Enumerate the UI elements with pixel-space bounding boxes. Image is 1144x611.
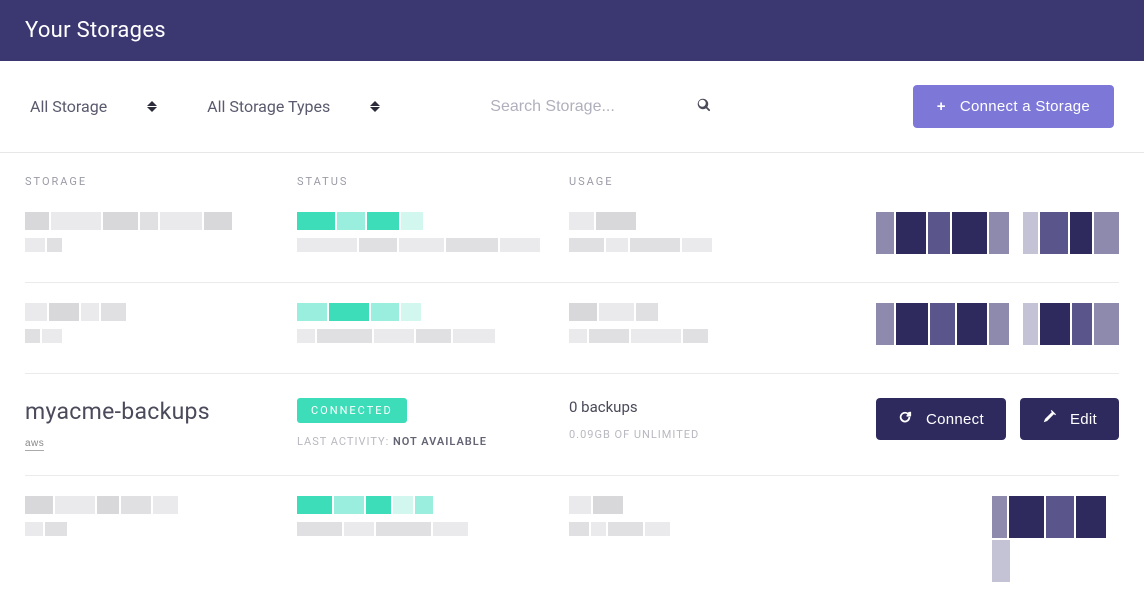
page-title: Your Storages [25,18,1119,43]
provider-badge: aws [25,438,44,451]
status-cell: CONNECTED LAST ACTIVITY: NOT AVAILABLE [297,398,569,448]
storage-cell: myacme-backups aws [25,398,297,451]
status-badge: CONNECTED [297,398,407,423]
table-header: STORAGE STATUS USAGE [25,153,1119,202]
edit-button-label: Edit [1070,411,1097,428]
filter-storage-select[interactable]: All Storage [30,97,157,116]
connect-button-label: Connect [926,411,984,428]
search-wrap [490,97,711,116]
column-status: STATUS [297,175,569,188]
search-icon[interactable] [697,97,711,116]
usage-cell: 0 backups 0.09GB OF UNLIMITED [569,398,859,441]
edit-button[interactable]: Edit [1020,398,1119,440]
column-usage: USAGE [569,175,1119,188]
last-activity-label: LAST ACTIVITY: [297,435,389,448]
table-row: myacme-backups aws CONNECTED LAST ACTIVI… [25,373,1119,475]
toolbar: All Storage All Storage Types + Connect … [0,61,1144,153]
filter-type-label: All Storage Types [207,97,330,116]
backup-count: 0 backups [569,398,859,416]
search-input[interactable] [490,98,697,116]
connect-storage-button[interactable]: + Connect a Storage [913,85,1114,128]
refresh-icon [898,410,912,428]
page-header: Your Storages [0,0,1144,61]
column-storage: STORAGE [25,175,297,188]
usage-detail: 0.09GB OF UNLIMITED [569,428,859,441]
sort-icon [370,101,380,112]
filter-storage-label: All Storage [30,97,107,116]
table-row [25,475,1119,610]
table-row [25,282,1119,373]
plus-icon: + [937,98,946,115]
table-row [25,202,1119,282]
filter-type-select[interactable]: All Storage Types [207,97,380,116]
last-activity-value: NOT AVAILABLE [393,435,487,448]
connect-storage-label: Connect a Storage [960,98,1090,115]
connect-button[interactable]: Connect [876,398,1006,440]
edit-icon [1042,410,1056,428]
sort-icon [147,101,157,112]
actions-cell: Connect Edit [859,398,1119,440]
last-activity: LAST ACTIVITY: NOT AVAILABLE [297,435,569,448]
storage-name: myacme-backups [25,398,297,425]
storage-table: STORAGE STATUS USAGE [0,153,1144,610]
